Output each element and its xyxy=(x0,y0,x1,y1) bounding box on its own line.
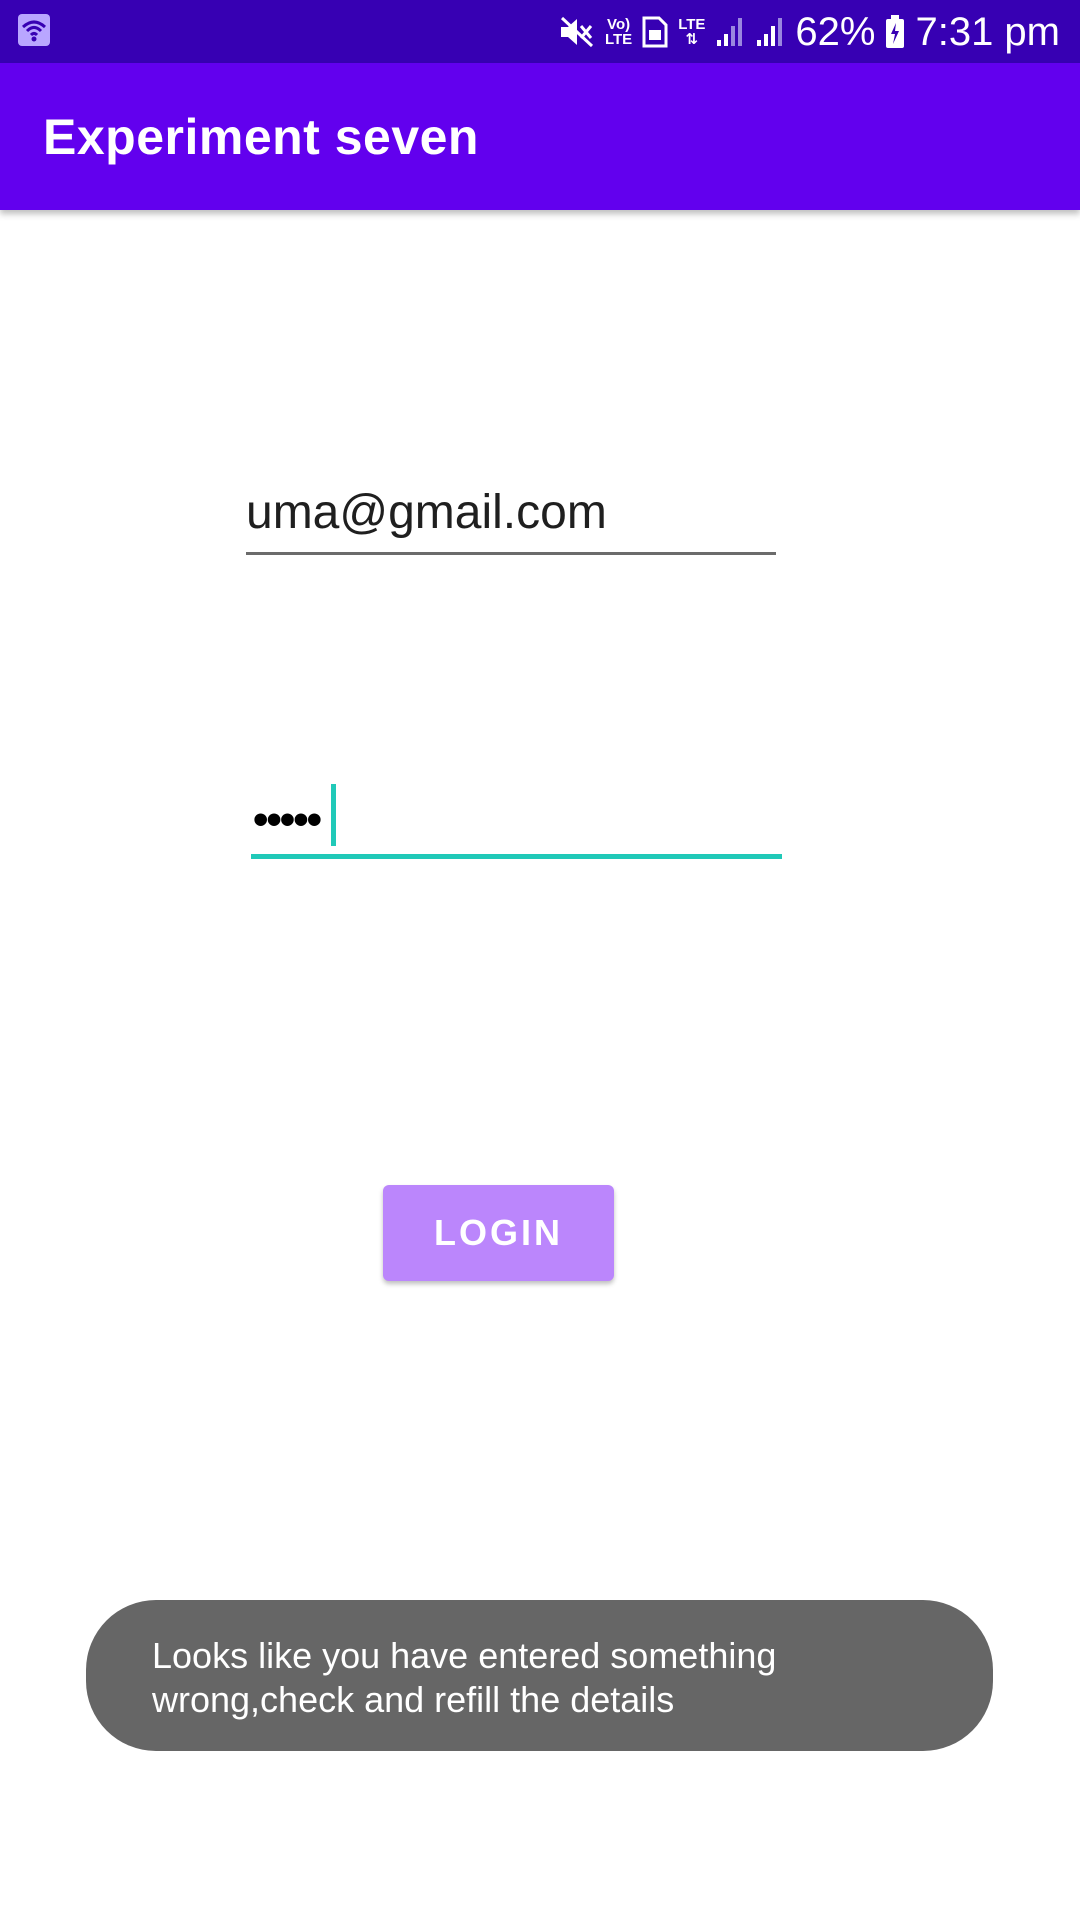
data-arrows-icon: ⇅ xyxy=(685,30,699,48)
password-mask: ••••• xyxy=(253,795,322,844)
battery-percent: 62% xyxy=(795,9,876,54)
lte-label: LTE xyxy=(678,15,706,33)
clock: 7:31 pm xyxy=(915,9,1060,54)
app-title: Experiment seven xyxy=(43,109,479,165)
email-field[interactable]: uma@gmail.com xyxy=(246,478,776,555)
password-field[interactable]: ••••• xyxy=(251,780,782,859)
status-bar: Vo) LTE LTE ⇅ 62% 7:31 pm xyxy=(0,0,1080,63)
battery-charging-icon xyxy=(885,14,905,49)
screen: Vo) LTE LTE ⇅ 62% 7:31 pm Experiment sev… xyxy=(0,0,1080,1920)
volte-icon: Vo) LTE xyxy=(605,17,632,47)
toast-line-2: wrong,check and refill the details xyxy=(152,1679,675,1720)
error-toast: Looks like you have entered something wr… xyxy=(86,1600,993,1751)
lte-icon: LTE ⇅ xyxy=(678,17,705,47)
login-button[interactable]: LOGIN xyxy=(383,1185,614,1281)
volte-bottom-label: LTE xyxy=(604,30,633,48)
volte-top-label: Vo) xyxy=(607,15,631,33)
toast-line-1: Looks like you have entered something xyxy=(152,1635,777,1676)
sim-icon xyxy=(642,16,668,48)
app-bar: Experiment seven xyxy=(0,63,1080,210)
status-icons: Vo) LTE LTE ⇅ 62% 7:31 pm xyxy=(559,0,1060,63)
text-cursor xyxy=(331,784,336,846)
signal-icon xyxy=(755,16,785,48)
wifi-icon xyxy=(18,14,50,46)
mute-icon xyxy=(559,15,595,49)
signal-icon xyxy=(715,16,745,48)
